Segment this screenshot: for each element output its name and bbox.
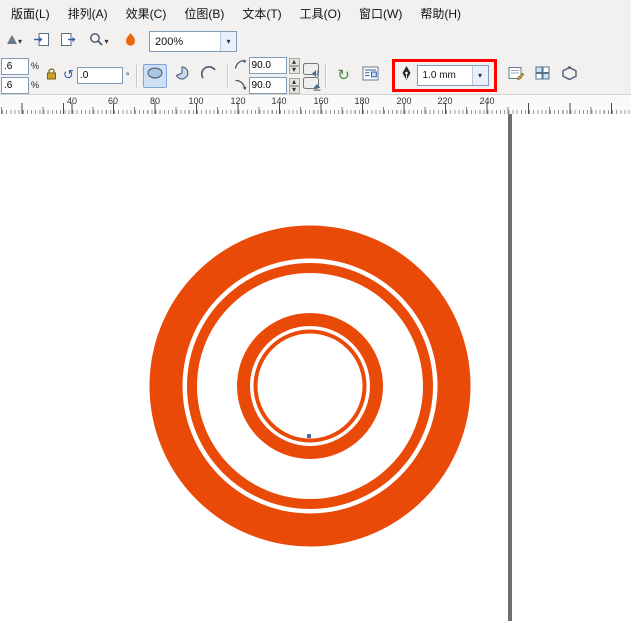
export-button[interactable] bbox=[56, 30, 80, 54]
ruler-label: 240 bbox=[476, 96, 498, 106]
zoom-level-value: 200% bbox=[150, 36, 220, 48]
menu-text[interactable]: 文本(T) bbox=[233, 0, 290, 27]
caret-down-icon: ▾ bbox=[226, 38, 230, 46]
outline-width-dropdown-button[interactable]: ▾ bbox=[472, 66, 488, 85]
ruler-label: 200 bbox=[393, 96, 415, 106]
end-angle-down-button[interactable]: ▾ bbox=[289, 86, 300, 94]
application-launcher-button[interactable] bbox=[118, 30, 142, 54]
caret-down-icon: ▾ bbox=[104, 38, 108, 46]
drawing-canvas[interactable] bbox=[0, 114, 631, 621]
flame-icon bbox=[124, 32, 137, 52]
ruler-label: 140 bbox=[268, 96, 290, 106]
zoom-level-combobox[interactable]: 200% ▾ bbox=[149, 31, 237, 52]
menu-window[interactable]: 窗口(W) bbox=[350, 0, 411, 27]
scale-x-unit: % bbox=[31, 61, 39, 71]
separator bbox=[227, 64, 228, 88]
page-pen-icon bbox=[508, 66, 524, 85]
app-window: 版面(L) 排列(A) 效果(C) 位图(B) 文本(T) 工具(O) 窗口(W… bbox=[0, 0, 631, 621]
wrap-paragraph-text-button[interactable] bbox=[359, 64, 383, 88]
scale-fields: % % bbox=[1, 58, 39, 94]
menu-effects[interactable]: 效果(C) bbox=[117, 0, 176, 27]
outline-pen-icon bbox=[400, 65, 413, 86]
pie-icon bbox=[173, 65, 191, 86]
standard-toolbar: ▾ ▾ 200% ▾ bbox=[0, 26, 631, 58]
tool-dropdown-button[interactable]: ▾ bbox=[2, 30, 26, 54]
tool-shape-icon bbox=[6, 33, 18, 51]
start-angle-down-button[interactable]: ▾ bbox=[289, 66, 300, 74]
separator bbox=[136, 64, 137, 88]
scale-x-field[interactable] bbox=[1, 58, 29, 75]
mirror-horizontal-button[interactable] bbox=[303, 63, 319, 75]
menu-bar: 版面(L) 排列(A) 效果(C) 位图(B) 文本(T) 工具(O) 窗口(W… bbox=[0, 0, 631, 27]
scale-y-unit: % bbox=[31, 80, 39, 90]
import-icon bbox=[33, 32, 50, 52]
mirror-buttons bbox=[303, 63, 319, 89]
start-angle-field[interactable] bbox=[249, 57, 287, 74]
ruler-label: 100 bbox=[185, 96, 207, 106]
curve-node-handle[interactable] bbox=[307, 434, 311, 438]
menu-help[interactable]: 帮助(H) bbox=[411, 0, 470, 27]
page-edge-line bbox=[508, 114, 512, 621]
end-angle-field[interactable] bbox=[249, 77, 287, 94]
arc-button[interactable] bbox=[197, 64, 221, 88]
menu-layout[interactable]: 版面(L) bbox=[2, 0, 59, 27]
rotate-cw-icon: ↻ bbox=[337, 68, 350, 83]
menu-bitmaps[interactable]: 位图(B) bbox=[175, 0, 233, 27]
end-angle-spinner: ▴ ▾ bbox=[289, 78, 300, 94]
arc-direction-toggle-button[interactable]: ↻ bbox=[332, 64, 356, 88]
outline-width-highlight-box: 1.0 mm ▾ bbox=[392, 59, 497, 92]
mirror-vertical-icon bbox=[311, 80, 323, 95]
ruler-label: 160 bbox=[310, 96, 332, 106]
degree-symbol: ° bbox=[126, 71, 130, 81]
down-arrow-icon: ▾ bbox=[292, 66, 296, 74]
horizontal-ruler[interactable]: 40 60 80 100 120 140 160 180 200 220 240 bbox=[0, 94, 631, 116]
pie-button[interactable] bbox=[170, 64, 194, 88]
zoom-level-dropdown-button[interactable]: ▾ bbox=[220, 32, 236, 51]
scale-y-field[interactable] bbox=[1, 77, 29, 94]
end-angle-icon bbox=[234, 77, 247, 95]
down-arrow-icon: ▾ bbox=[292, 86, 296, 94]
rotate-ccw-icon: ↺ bbox=[63, 69, 74, 82]
menu-arrange[interactable]: 排列(A) bbox=[59, 0, 117, 27]
ruler-label: 220 bbox=[434, 96, 456, 106]
padlock-icon bbox=[46, 67, 57, 85]
ruler-label: 60 bbox=[102, 96, 124, 106]
magnifier-icon bbox=[89, 32, 104, 52]
fill-dialog-button[interactable] bbox=[531, 64, 555, 88]
arc-icon bbox=[200, 65, 218, 86]
outline-dialog-button[interactable] bbox=[504, 64, 528, 88]
text-wrap-icon bbox=[362, 66, 379, 86]
export-icon bbox=[60, 32, 77, 52]
convert-to-curves-button[interactable] bbox=[558, 64, 582, 88]
separator bbox=[325, 64, 326, 88]
canvas-artwork bbox=[0, 114, 631, 621]
arc-angle-fields: ▴ ▾ ▴ ▾ bbox=[234, 57, 300, 95]
ruler-label: 180 bbox=[351, 96, 373, 106]
ellipse-button[interactable] bbox=[143, 64, 167, 88]
ruler-label: 40 bbox=[61, 96, 83, 106]
caret-down-icon: ▾ bbox=[478, 72, 482, 80]
rotation-angle-field[interactable] bbox=[77, 67, 123, 84]
hexagon-nodes-icon bbox=[561, 66, 578, 86]
ellipse-icon bbox=[146, 65, 164, 86]
start-angle-spinner: ▴ ▾ bbox=[289, 58, 300, 74]
lock-ratio-button[interactable] bbox=[42, 66, 60, 86]
import-button[interactable] bbox=[29, 30, 53, 54]
mirror-vertical-button[interactable] bbox=[303, 77, 319, 89]
outline-width-value: 1.0 mm bbox=[418, 70, 472, 81]
ruler-label: 120 bbox=[227, 96, 249, 106]
outline-width-combobox[interactable]: 1.0 mm ▾ bbox=[417, 65, 489, 86]
fill-grid-icon bbox=[535, 66, 550, 85]
caret-down-icon: ▾ bbox=[18, 38, 22, 46]
ruler-label: 80 bbox=[144, 96, 166, 106]
start-angle-icon bbox=[234, 57, 247, 75]
concentric-rings-shape[interactable] bbox=[166, 242, 454, 530]
menu-tools[interactable]: 工具(O) bbox=[291, 0, 350, 27]
property-bar: % % ↺ ° bbox=[0, 57, 631, 95]
zoom-tool-dropdown-button[interactable]: ▾ bbox=[83, 30, 115, 54]
